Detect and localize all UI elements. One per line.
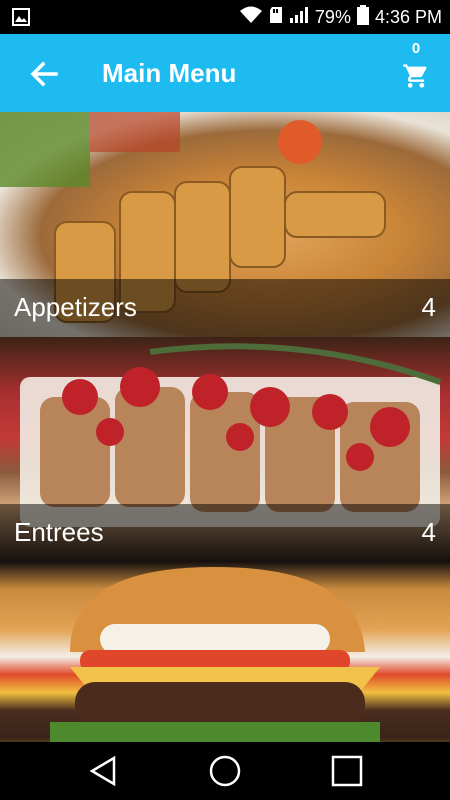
cart-button[interactable]: 0 — [394, 40, 438, 106]
category-item-count: 4 — [421, 292, 436, 322]
category-label-bar: Appetizers 4 — [0, 279, 450, 337]
system-nav-bar — [0, 742, 450, 800]
clock: 4:36 PM — [374, 7, 442, 27]
app-bar: Main Menu 0 — [0, 34, 450, 112]
category-list[interactable]: Appetizers 4 Entrees 4 — [0, 112, 450, 742]
burger-illustration — [50, 567, 380, 742]
page-title: Main Menu — [102, 58, 237, 88]
triangle-back-icon — [89, 755, 116, 787]
arrow-left-icon — [30, 61, 58, 87]
burger-photo — [0, 562, 450, 742]
circle-home-icon — [209, 755, 241, 787]
wifi-icon — [239, 6, 263, 29]
nav-home-button[interactable] — [208, 754, 242, 788]
nav-back-button[interactable] — [86, 754, 120, 788]
status-right: 79% 4:36 PM — [239, 5, 442, 30]
category-label-bar: Entrees 4 — [0, 504, 450, 562]
category-entrees[interactable]: Entrees 4 — [0, 337, 450, 562]
category-item-count: 4 — [421, 517, 436, 547]
battery-percent: 79% — [314, 7, 351, 27]
nav-recents-button[interactable] — [330, 754, 364, 788]
status-bar: 79% 4:36 PM — [0, 0, 450, 34]
sd-card-icon — [269, 6, 283, 29]
shopping-cart-icon — [403, 64, 427, 88]
category-appetizers[interactable]: Appetizers 4 — [0, 112, 450, 337]
gallery-notification-icon — [12, 8, 30, 31]
square-recents-icon — [331, 755, 363, 787]
battery-icon — [356, 5, 369, 30]
cart-count-badge: 0 — [411, 40, 421, 57]
back-button[interactable] — [26, 56, 62, 92]
category-name: Entrees — [14, 517, 104, 547]
category-name: Appetizers — [14, 292, 137, 322]
category-burgers[interactable] — [0, 562, 450, 742]
signal-icon — [289, 6, 309, 29]
